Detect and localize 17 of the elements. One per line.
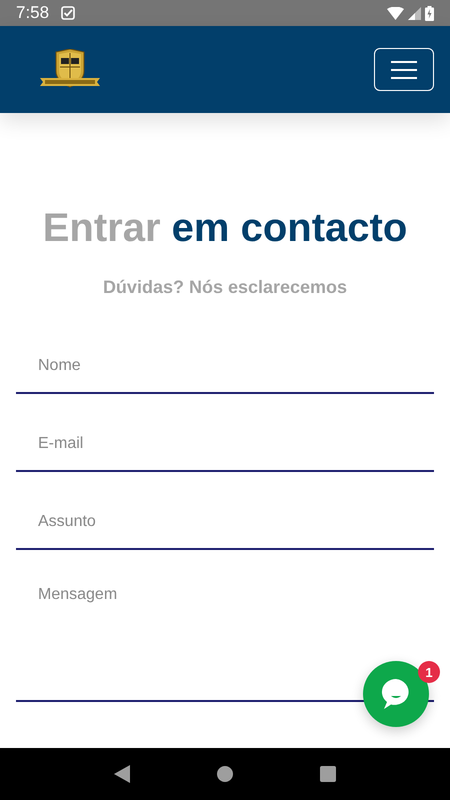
battery-icon [425,6,434,20]
notification-badge: 1 [418,661,440,683]
back-icon[interactable] [114,765,130,783]
home-icon[interactable] [216,766,233,782]
input-field[interactable]: Assunto [16,496,434,550]
page-heading: Entrar em contacto [42,205,408,251]
menu-button[interactable] [374,48,434,91]
shield-logo-icon[interactable] [40,48,100,90]
recents-icon[interactable] [320,766,336,782]
signal-icon [408,6,421,20]
input-field[interactable]: Nome [16,340,434,394]
subtitle: Dúvidas? Nós esclarecemos [102,277,348,298]
input-field[interactable]: E-mail [16,418,434,472]
status-time: 7:58 [16,3,50,23]
checkbox-icon [61,6,76,20]
wifi-icon [387,6,404,20]
menu-icon [391,60,417,80]
